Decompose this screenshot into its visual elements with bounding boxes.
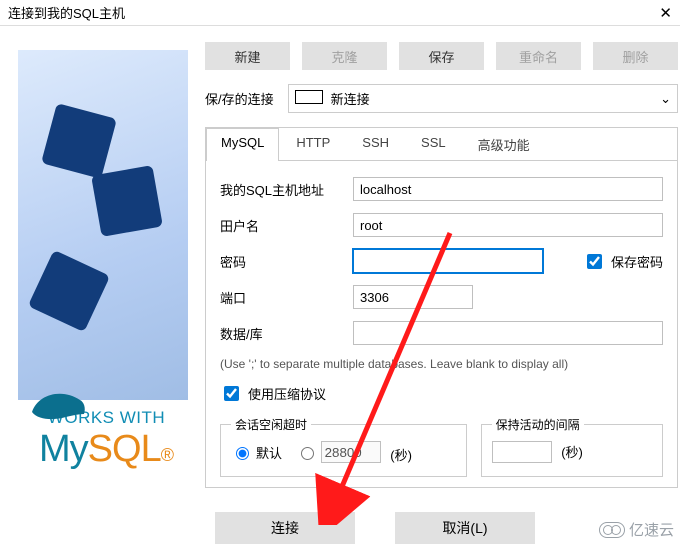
database-input[interactable] [353,321,663,345]
compression-label: 使用压缩协议 [248,384,326,403]
window-title: 连接到我的SQL主机 [8,3,125,22]
save-button[interactable]: 保存 [399,42,484,70]
port-label: 端口 [220,288,345,307]
color-swatch-icon [295,90,323,104]
password-input[interactable] [353,249,543,273]
watermark: 亿速云 [599,519,674,540]
saved-connections-select[interactable]: 新连接 ⌄ [288,84,678,113]
connect-button[interactable]: 连接 [215,512,355,544]
mysql-logo-sql: SQL [88,428,161,470]
saved-connections-value: 新连接 [331,92,370,107]
delete-button[interactable]: 删除 [593,42,678,70]
host-input[interactable] [353,177,663,201]
port-input[interactable] [353,285,473,309]
password-label: 密码 [220,252,345,271]
watermark-icon [599,522,625,538]
idle-custom-radio[interactable] [301,447,314,460]
idle-timeout-legend: 会话空闲超时 [231,416,311,433]
idle-custom-input[interactable] [321,441,381,463]
idle-unit-label: (秒) [390,448,412,463]
save-password-checkbox[interactable] [587,254,602,269]
tab-mysql[interactable]: MySQL [206,128,279,161]
mysql-logo-my: My [39,428,88,470]
host-label: 我的SQL主机地址 [220,180,345,199]
tab-ssl[interactable]: SSL [406,128,461,160]
idle-default-label: 默认 [256,443,282,462]
database-label: 数据/库 [220,324,345,343]
username-input[interactable] [353,213,663,237]
sidebar-illustration: WORKS WITH MySQL® [0,26,195,554]
keepalive-input[interactable] [492,441,552,463]
saved-connections-label: 保/存的连接 [205,89,274,108]
toolbar: 新建 克隆 保存 重命名 删除 [205,42,678,70]
tab-bar: MySQL HTTP SSH SSL 高级功能 [206,128,677,161]
clone-button[interactable]: 克隆 [302,42,387,70]
rename-button[interactable]: 重命名 [496,42,581,70]
chevron-down-icon: ⌄ [660,91,671,107]
mysql-dolphin-icon [28,388,88,422]
idle-default-radio[interactable] [236,447,249,460]
new-button[interactable]: 新建 [205,42,290,70]
tab-http[interactable]: HTTP [281,128,345,160]
keepalive-legend: 保持活动的间隔 [492,416,584,433]
username-label: 田户名 [220,216,345,235]
keepalive-unit-label: (秒) [561,445,583,460]
database-hint: (Use ';' to separate multiple databases.… [220,357,663,371]
tab-ssh[interactable]: SSH [347,128,404,160]
compression-checkbox[interactable] [224,386,239,401]
watermark-text: 亿速云 [629,519,674,540]
save-password-label: 保存密码 [611,252,663,271]
close-icon[interactable]: ✕ [659,4,672,22]
cancel-button[interactable]: 取消(L) [395,512,535,544]
tab-advanced[interactable]: 高级功能 [463,128,545,160]
